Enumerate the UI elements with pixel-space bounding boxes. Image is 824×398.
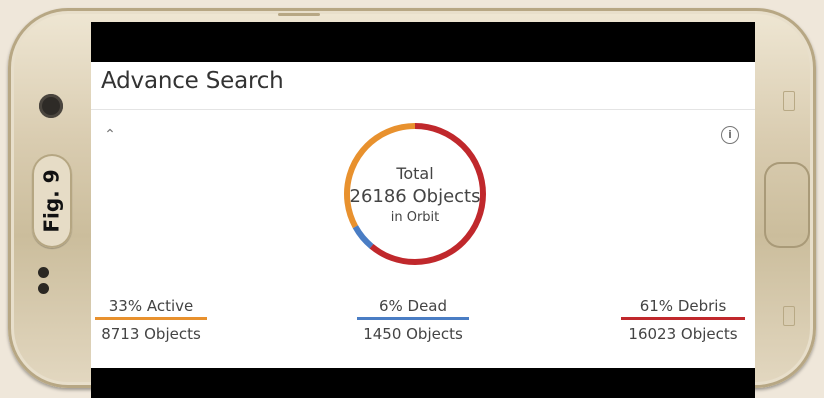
back-key[interactable] (783, 306, 795, 326)
chevron-up-icon[interactable]: ⌃ (101, 126, 119, 144)
stat-dead-count: 1450 Objects (363, 325, 463, 343)
proximity-sensor (38, 267, 49, 278)
stat-debris-count: 16023 Objects (628, 325, 738, 343)
orbit-label: in Orbit (390, 209, 440, 225)
donut-center-summary: Total 26186 Objects in Orbit (340, 119, 490, 269)
figure-label-pill: Fig. 9 (32, 154, 72, 248)
figure-label: Fig. 9 (40, 169, 64, 233)
stat-active[interactable]: 33% Active 8713 Objects (95, 297, 207, 343)
total-label: Total (396, 163, 434, 183)
total-count: 26186 Objects (349, 185, 481, 207)
stat-debris[interactable]: 61% Debris 16023 Objects (621, 297, 745, 343)
app-header: Advance Search (91, 62, 755, 110)
phone-speaker-slot (278, 13, 320, 16)
phone-frame: Fig. 9 Advance Search ⌃ i Total 26186 Ob… (8, 8, 816, 398)
stat-dead-label: 6% Dead (378, 297, 448, 315)
stat-active-count: 8713 Objects (101, 325, 201, 343)
home-button[interactable] (764, 162, 810, 248)
light-sensor (38, 283, 49, 294)
stat-debris-label: 61% Debris (639, 297, 727, 315)
advance-search-app: Advance Search ⌃ i Total 26186 Objects i… (91, 62, 755, 368)
stat-dead[interactable]: 6% Dead 1450 Objects (357, 297, 469, 343)
front-camera (39, 94, 63, 118)
recent-apps-key[interactable] (783, 91, 795, 111)
stat-active-label: 33% Active (108, 297, 194, 315)
page-title: Advance Search (101, 68, 284, 94)
phone-screen: Advance Search ⌃ i Total 26186 Objects i… (91, 22, 755, 398)
info-icon[interactable]: i (721, 126, 739, 144)
